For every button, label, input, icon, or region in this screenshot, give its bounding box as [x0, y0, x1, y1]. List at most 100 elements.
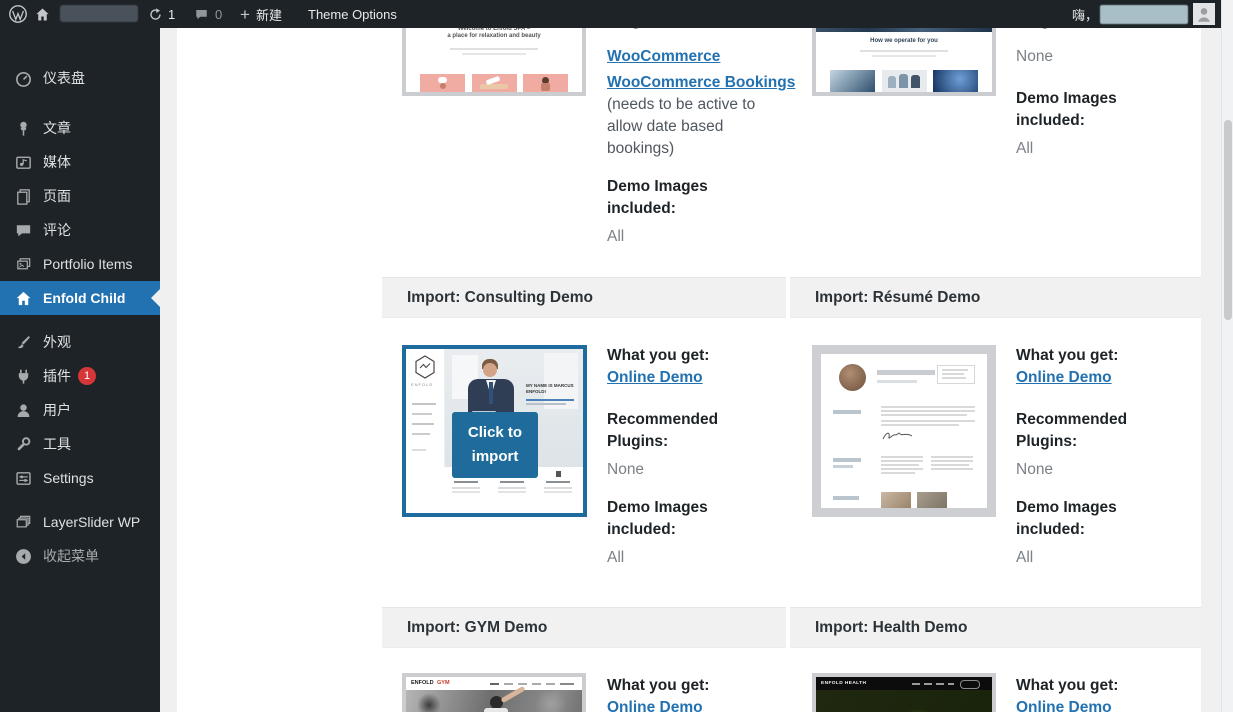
scrollbar-track[interactable]: [1221, 0, 1233, 712]
wordpress-logo[interactable]: [8, 0, 28, 28]
what-you-get-label: What you get:: [607, 677, 710, 694]
demo-images-value: All: [607, 549, 625, 566]
admin-sidebar: 仪表盘 文章 媒体 页面 评论 Portfolio Items Enfold C…: [0, 28, 160, 712]
consulting-thumb-sidebar: ENFOLD: [406, 349, 445, 513]
woocommerce-bookings-link[interactable]: WooCommerce Bookings: [607, 72, 795, 94]
site-name-redacted[interactable]: [60, 5, 138, 22]
my-account[interactable]: 嗨，: [1072, 0, 1216, 28]
sidebar-item-portfolio[interactable]: Portfolio Items: [0, 247, 160, 281]
current-item-arrow: [151, 289, 160, 307]
sidebar-item-pages[interactable]: 页面: [0, 179, 160, 213]
section-header-resume: Import: Résumé Demo: [790, 277, 1201, 318]
resume-thumb-sample-1: [881, 492, 911, 508]
resume-thumb-addressbox: [937, 365, 975, 384]
wordpress-admin-screen: Welcome to Enfold SPA – a place for rela…: [0, 0, 1233, 712]
resume-demo-thumbnail[interactable]: [812, 345, 996, 517]
gym-demo-thumbnail[interactable]: ENFOLD GYM: [402, 673, 586, 712]
spa-demo-details: Recommended Plugins: WooCommerce WooComm…: [607, 0, 795, 248]
sidebar-item-layerslider[interactable]: LayerSlider WP: [0, 505, 160, 539]
users-icon: [13, 400, 33, 420]
sidebar-item-enfold-child[interactable]: Enfold Child: [0, 281, 160, 315]
gym-thumb-photo: [406, 685, 582, 712]
media-icon: [13, 152, 33, 172]
demo-images-included-label: Demo Images included:: [607, 178, 708, 217]
settings-icon: [13, 468, 33, 488]
business-thumb-textbar: [860, 50, 948, 52]
resume-thumb-signature: [882, 432, 913, 440]
business-thumb-photo-1: [830, 70, 875, 92]
demo-images-value: All: [1016, 549, 1034, 566]
online-demo-link[interactable]: Online Demo: [607, 367, 703, 389]
visit-site-button[interactable]: [34, 0, 51, 28]
sidebar-item-comments[interactable]: 评论: [0, 213, 160, 247]
comment-icon: [196, 9, 207, 19]
business-thumb-title: How we operate for you: [870, 38, 938, 44]
plugins-value: None: [1016, 48, 1054, 65]
business-thumb-photo-2: [882, 70, 927, 92]
recommended-plugins-label: Recommended Plugins:: [1016, 411, 1128, 450]
section-header-gym: Import: GYM Demo: [382, 607, 786, 648]
sidebar-item-media[interactable]: 媒体: [0, 145, 160, 179]
spa-thumb-textbar: [462, 53, 526, 55]
health-demo-details: What you get: Online Demo: [1016, 675, 1174, 712]
posts-icon: [13, 118, 33, 138]
new-content-button[interactable]: + 新建: [240, 0, 282, 28]
demo-images-included-label: Demo Images included:: [607, 499, 708, 538]
avatar: [1193, 3, 1216, 25]
demo-images-included-label: Demo Images included:: [1016, 499, 1117, 538]
consulting-thumb-headline: MY NAME IS MARCUS ENFOLD!: [526, 383, 574, 394]
click-to-import-button[interactable]: Click to import: [452, 412, 538, 478]
sidebar-item-settings[interactable]: Settings: [0, 461, 160, 495]
business-thumb-photo-3: [933, 70, 978, 92]
tools-icon: [13, 434, 33, 454]
plugins-value: None: [1016, 461, 1054, 478]
health-thumb-header: ENFOLD HEALTH: [816, 677, 992, 690]
gym-demo-details: What you get: Online Demo: [607, 675, 765, 712]
sidebar-item-users[interactable]: 用户: [0, 393, 160, 427]
greeting-text: 嗨，: [1072, 7, 1099, 23]
enfold-hexagon-logo: [415, 355, 435, 379]
comments-count: 0: [215, 6, 223, 22]
consulting-demo-thumbnail[interactable]: MY NAME IS MARCUS ENFOLD! ENFOLD Click t…: [402, 345, 587, 517]
sidebar-item-tools[interactable]: 工具: [0, 427, 160, 461]
comments-button[interactable]: 0: [194, 0, 222, 28]
sidebar-item-dashboard[interactable]: 仪表盘: [0, 61, 160, 95]
theme-options-button[interactable]: Theme Options: [308, 0, 397, 28]
plugins-update-badge: 1: [78, 367, 96, 385]
resume-demo-details: What you get: Online Demo Recommended Pl…: [1016, 345, 1174, 569]
demo-images-included-label: Demo Images included:: [1016, 90, 1117, 129]
woocommerce-link[interactable]: WooCommerce: [607, 46, 720, 68]
spa-thumb-block-3: [523, 74, 568, 92]
spa-thumb-title: Welcome to Enfold SPA – a place for rela…: [447, 26, 541, 39]
health-demo-thumbnail[interactable]: ENFOLD HEALTH: [812, 673, 996, 712]
home-icon: [13, 288, 33, 308]
business-thumb-textbar: [872, 55, 936, 57]
comments-icon: [13, 220, 33, 240]
resume-thumb-sample-2: [917, 492, 947, 508]
plugin-note: (needs to be active to allow date based …: [607, 96, 756, 157]
sidebar-item-plugins[interactable]: 插件 1: [0, 359, 160, 393]
collapse-menu-button[interactable]: 收起菜单: [0, 539, 160, 573]
sidebar-item-posts[interactable]: 文章: [0, 111, 160, 145]
plugins-value: None: [607, 461, 645, 478]
spa-thumb-textbar: [450, 48, 538, 50]
spa-thumb-block-1: [420, 74, 465, 92]
demo-images-value: All: [1016, 140, 1034, 157]
updates-button[interactable]: 1: [148, 0, 175, 28]
dashboard-icon: [13, 68, 33, 88]
recommended-plugins-label: Recommended Plugins:: [607, 411, 719, 450]
gym-thumb-logo-accent: GYM: [437, 680, 450, 686]
what-you-get-label: What you get:: [1016, 677, 1119, 694]
online-demo-link[interactable]: Online Demo: [607, 697, 703, 712]
gym-thumb-header: ENFOLD GYM: [406, 677, 582, 690]
what-you-get-label: What you get:: [1016, 347, 1119, 364]
sidebar-item-appearance[interactable]: 外观: [0, 325, 160, 359]
what-you-get-label: What you get:: [607, 347, 710, 364]
consulting-demo-details: What you get: Online Demo Recommended Pl…: [607, 345, 765, 569]
online-demo-link[interactable]: Online Demo: [1016, 367, 1112, 389]
scrollbar-thumb[interactable]: [1224, 120, 1232, 320]
demo-images-value: All: [607, 228, 625, 245]
section-header-health: Import: Health Demo: [790, 607, 1201, 648]
plugins-icon: [13, 366, 33, 386]
online-demo-link[interactable]: Online Demo: [1016, 697, 1112, 712]
